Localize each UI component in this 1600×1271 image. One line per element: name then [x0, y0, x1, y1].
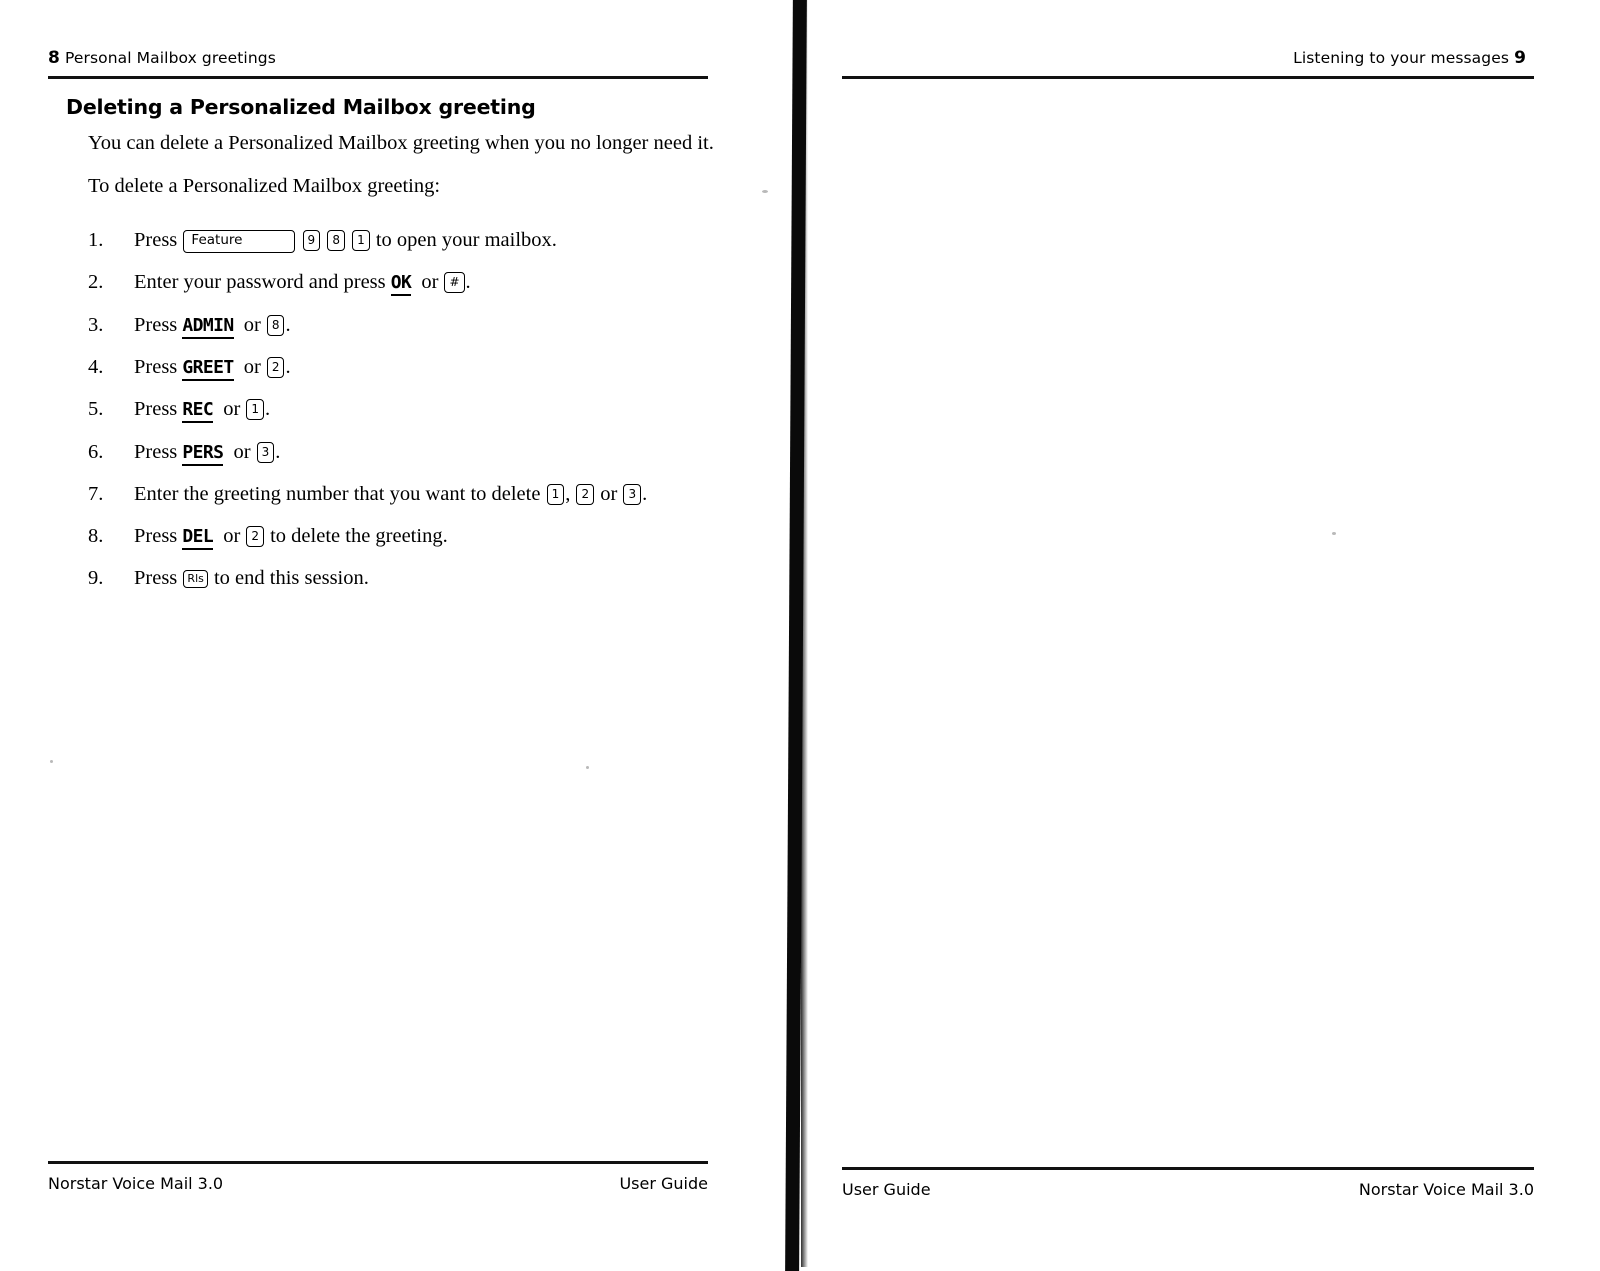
- conjunction: or: [243, 313, 261, 336]
- step-text-tail: .: [285, 313, 291, 336]
- softkey-greet: GREET: [182, 356, 234, 381]
- step-item: 4. Press GREET or 2.: [88, 353, 718, 381]
- feature-key: Feature: [183, 230, 296, 253]
- step-item: 3. Press ADMIN or 8.: [88, 311, 718, 339]
- left-page: 8 Personal Mailbox greetings Deleting a …: [0, 0, 790, 1267]
- step-text-tail: .: [465, 271, 471, 294]
- softkey-admin: ADMIN: [182, 314, 234, 339]
- conjunction: or: [243, 355, 261, 378]
- paragraph: You can delete a Personalized Mailbox gr…: [88, 132, 714, 154]
- footer-doctype: User Guide: [842, 1179, 931, 1199]
- step-text-tail: .: [275, 440, 281, 463]
- softkey-ok: OK: [390, 272, 412, 297]
- left-page-body: You can delete a Personalized Mailbox gr…: [88, 130, 718, 607]
- digit-key-8: 8: [266, 314, 285, 336]
- step-text: Press: [134, 398, 178, 421]
- conjunction: or: [223, 398, 241, 421]
- step-item: 1. Press Feature 9 8 1 to open your mail…: [88, 226, 718, 254]
- conjunction: or: [233, 440, 251, 463]
- step-number: 5.: [88, 398, 104, 421]
- separator: ,: [565, 482, 571, 505]
- step-number: 8.: [88, 525, 104, 548]
- softkey-pers: PERS: [182, 441, 224, 466]
- step-number: 7.: [88, 482, 104, 505]
- digit-key-9: 9: [302, 230, 321, 252]
- step-text-tail: to end this session.: [213, 567, 369, 590]
- step-text-tail: to delete the greeting.: [270, 525, 448, 548]
- digit-key-2: 2: [576, 483, 595, 505]
- step-item: 6. Press PERS or 3.: [88, 438, 718, 466]
- left-steps-list: 1. Press Feature 9 8 1 to open your mail…: [88, 226, 718, 593]
- step-text-tail: .: [642, 482, 648, 505]
- step-number: 6.: [88, 440, 104, 463]
- conjunction: or: [223, 525, 241, 548]
- right-header-rule: [842, 76, 1534, 79]
- right-page-footer: User Guide Norstar Voice Mail 3.0: [842, 1176, 1534, 1202]
- conjunction: or: [600, 482, 618, 505]
- footer-doctype: User Guide: [619, 1173, 708, 1193]
- digit-key-1: 1: [246, 399, 264, 421]
- scan-speck: [586, 766, 589, 769]
- step-item: 9. Press Rls to end this session.: [88, 564, 718, 592]
- right-page-header: Listening to your messages 9: [842, 48, 1526, 74]
- left-page-footer: Norstar Voice Mail 3.0 User Guide: [48, 1170, 708, 1196]
- step-text-tail: .: [285, 355, 291, 378]
- scan-speck: [762, 190, 768, 193]
- left-footer-rule: [48, 1161, 708, 1164]
- step-item: 7. Enter the greeting number that you wa…: [88, 480, 718, 508]
- step-text: Press: [134, 313, 178, 336]
- left-header-rule: [48, 76, 708, 79]
- footer-product: Norstar Voice Mail 3.0: [1358, 1179, 1534, 1199]
- left-page-number: 8: [48, 48, 60, 68]
- book-spread: 8 Personal Mailbox greetings Deleting a …: [0, 0, 1600, 1271]
- right-page-header-title: Listening to your messages: [1293, 49, 1510, 67]
- left-page-header-title: Personal Mailbox greetings: [64, 49, 276, 67]
- step-text-tail: to open your mailbox.: [375, 229, 557, 252]
- softkey-rec: REC: [182, 399, 214, 424]
- step-text: Enter your password and press: [134, 271, 386, 294]
- step-text: Enter the greeting number that you want …: [134, 482, 541, 505]
- right-page-number: 9: [1514, 48, 1526, 68]
- left-page-header: 8 Personal Mailbox greetings: [48, 48, 698, 74]
- scan-speck: [1332, 532, 1336, 535]
- step-number: 2.: [88, 271, 104, 294]
- digit-key-3: 3: [623, 483, 642, 505]
- step-text: Press: [134, 229, 178, 252]
- step-number: 3.: [88, 313, 104, 336]
- step-item: 2. Enter your password and press OK or #.: [88, 268, 718, 297]
- digit-key-1: 1: [352, 230, 370, 252]
- digit-key-2: 2: [246, 526, 264, 548]
- step-text: Press: [134, 567, 178, 590]
- scan-speck: [50, 760, 53, 763]
- step-text-tail: .: [264, 398, 271, 421]
- right-footer-rule: [842, 1167, 1534, 1170]
- step-text: Press: [134, 525, 178, 548]
- step-number: 9.: [88, 567, 104, 590]
- step-number: 1.: [88, 229, 104, 252]
- release-key: Rls: [183, 570, 208, 589]
- footer-product: Norstar Voice Mail 3.0: [48, 1173, 224, 1193]
- paragraph: To delete a Personalized Mailbox greetin…: [88, 175, 441, 198]
- step-text: Press: [134, 355, 178, 378]
- step-text: Press: [134, 440, 178, 463]
- right-page: Listening to your messages 9 Listening t…: [806, 0, 1600, 1267]
- digit-key-2: 2: [266, 356, 285, 378]
- pound-key: #: [444, 272, 465, 294]
- step-number: 4.: [88, 355, 104, 378]
- digit-key-3: 3: [256, 441, 275, 463]
- left-page-heading: Deleting a Personalized Mailbox greeting: [66, 95, 536, 119]
- digit-key-1: 1: [546, 483, 565, 505]
- softkey-del: DEL: [182, 526, 214, 551]
- conjunction: or: [421, 271, 439, 294]
- digit-key-8: 8: [327, 230, 345, 252]
- step-item: 8. Press DEL or 2 to delete the greeting.: [88, 522, 718, 551]
- step-item: 5. Press REC or 1.: [88, 395, 718, 424]
